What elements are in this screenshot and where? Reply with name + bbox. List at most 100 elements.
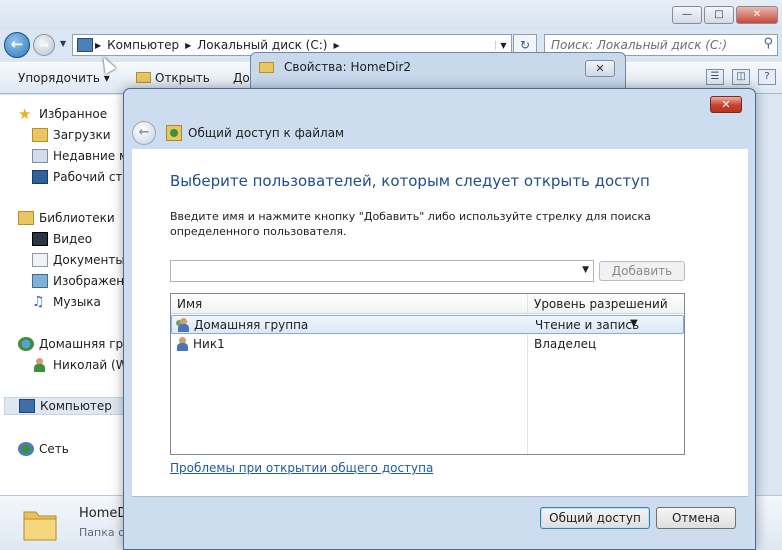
nav-downloads-label: Загрузки xyxy=(53,128,111,142)
dialog-close-button[interactable]: ✕ xyxy=(710,96,742,113)
file-sharing-dialog: ✕ ← Общий доступ к файлам Выберите польз… xyxy=(123,88,756,550)
row-name-cell: Ник1 xyxy=(175,337,225,351)
nav-network-label: Сеть xyxy=(39,442,69,456)
row-name-cell: Домашняя группа xyxy=(176,318,308,332)
back-button[interactable]: ← xyxy=(4,32,30,58)
properties-close-button[interactable]: ✕ xyxy=(585,60,615,77)
downloads-folder-icon xyxy=(32,128,48,142)
nav-network[interactable]: Сеть xyxy=(18,440,69,458)
nav-desktop[interactable]: Рабочий сто xyxy=(32,168,130,186)
video-icon xyxy=(32,232,48,246)
images-icon xyxy=(32,274,48,288)
nav-libraries-label: Библиотеки xyxy=(39,211,115,225)
explorer-titlebar: — □ ✕ xyxy=(0,0,782,30)
open-button[interactable]: Открыть xyxy=(136,71,210,85)
list-row-homegroup[interactable]: Домашняя группа Чтение и запись ▼ xyxy=(171,315,684,334)
computer-icon xyxy=(77,38,93,52)
row-permission[interactable]: Чтение и запись xyxy=(535,318,639,332)
open-label: Открыть xyxy=(155,71,210,85)
nav-video-label: Видео xyxy=(53,232,93,246)
share-button[interactable]: Общий доступ xyxy=(540,507,650,529)
file-sharing-icon xyxy=(166,125,182,141)
folder-icon xyxy=(259,61,274,73)
nav-desktop-label: Рабочий сто xyxy=(53,170,130,184)
cancel-button[interactable]: Отмена xyxy=(656,507,736,529)
address-dropdown[interactable]: ▼ xyxy=(495,40,511,50)
folder-icon xyxy=(23,511,57,541)
user-name-combobox[interactable]: ▼ xyxy=(170,260,594,282)
dialog-title: Общий доступ к файлам xyxy=(188,126,345,140)
music-icon: ♫ xyxy=(32,294,45,310)
properties-title: Свойства: HomeDir2 xyxy=(284,60,412,74)
documents-icon xyxy=(32,253,48,267)
nav-music[interactable]: ♫ Музыка xyxy=(32,293,101,311)
properties-titlebar: Свойства: HomeDir2 xyxy=(259,60,411,74)
chevron-down-icon[interactable]: ▼ xyxy=(582,265,589,275)
breadcrumb-local-disk[interactable]: Локальный диск (C:) xyxy=(193,38,331,52)
dialog-heading: Выберите пользователей, которым следует … xyxy=(170,172,650,190)
maximize-button[interactable]: □ xyxy=(704,6,734,24)
dialog-instruction: Введите имя и нажмите кнопку "Добавить" … xyxy=(170,210,651,238)
selected-item-name: HomeD xyxy=(79,506,128,521)
nav-recent[interactable]: Недавние ме xyxy=(32,147,135,165)
column-header-permission[interactable]: Уровень разрешений xyxy=(534,297,668,311)
nav-libraries[interactable]: Библиотеки xyxy=(18,209,115,227)
star-icon: ★ xyxy=(18,105,32,123)
dialog-header: ← Общий доступ к файлам xyxy=(132,117,748,149)
view-controls: ☰ ◫ ? xyxy=(706,69,776,85)
search-placeholder: Поиск: Локальный диск (C:) xyxy=(551,38,728,52)
network-icon xyxy=(18,442,34,456)
recent-pages-dropdown[interactable]: ▼ xyxy=(60,39,66,48)
dialog-body: Выберите пользователей, которым следует … xyxy=(132,149,748,496)
footer-divider xyxy=(132,496,748,497)
column-header-name[interactable]: Имя xyxy=(177,297,202,311)
back-button[interactable]: ← xyxy=(132,121,156,145)
breadcrumb-arrow-icon[interactable]: ▶ xyxy=(331,41,341,50)
nav-homegroup-label: Домашняя гру xyxy=(39,337,131,351)
nav-video[interactable]: Видео xyxy=(32,230,92,248)
recent-places-icon xyxy=(32,149,48,163)
list-row-nik1[interactable]: Ник1 Владелец xyxy=(171,335,684,354)
help-icon[interactable]: ? xyxy=(758,69,776,85)
view-options-icon[interactable]: ☰ xyxy=(706,69,724,85)
share-with-button[interactable]: До xyxy=(233,71,250,85)
nav-homegroup[interactable]: Домашняя гру xyxy=(18,335,130,353)
row-name: Домашняя группа xyxy=(194,318,309,332)
add-button[interactable]: Добавить xyxy=(599,261,685,281)
close-button[interactable]: ✕ xyxy=(736,6,778,24)
nav-documents-label: Документы xyxy=(53,253,125,267)
user-icon xyxy=(175,337,190,351)
breadcrumb-arrow-icon[interactable]: ▶ xyxy=(93,41,103,50)
nav-computer[interactable]: Компьютер xyxy=(4,397,125,415)
nav-documents[interactable]: Документы xyxy=(32,251,125,269)
breadcrumb-computer[interactable]: Компьютер xyxy=(103,38,183,52)
users-list: Имя Уровень разрешений Домашняя группа Ч… xyxy=(170,293,685,455)
homegroup-icon xyxy=(18,337,34,351)
minimize-button[interactable]: — xyxy=(672,6,702,24)
list-header: Имя Уровень разрешений xyxy=(171,294,684,314)
navigation-pane: ★ Избранное Загрузки Недавние ме Рабочий… xyxy=(0,95,139,495)
search-icon[interactable]: ⚲ xyxy=(763,36,773,51)
user-icon xyxy=(32,358,48,372)
libraries-icon xyxy=(18,211,34,225)
group-icon xyxy=(176,318,191,332)
window-controls: — □ ✕ xyxy=(672,6,778,24)
preview-pane-icon[interactable]: ◫ xyxy=(732,69,750,85)
nav-nikolai[interactable]: Николай (WI xyxy=(32,356,131,374)
row-name: Ник1 xyxy=(193,337,225,351)
nav-favorites[interactable]: ★ Избранное xyxy=(18,105,107,123)
nav-favorites-label: Избранное xyxy=(39,107,108,121)
sharing-troubleshoot-link[interactable]: Проблемы при открытии общего доступа xyxy=(170,461,433,475)
computer-icon xyxy=(19,399,35,413)
nav-downloads[interactable]: Загрузки xyxy=(32,126,111,144)
breadcrumb-arrow-icon[interactable]: ▶ xyxy=(183,41,193,50)
permission-dropdown-icon[interactable]: ▼ xyxy=(630,318,638,329)
organize-button[interactable]: Упорядочить ▾ xyxy=(18,71,110,85)
desktop-icon xyxy=(32,170,48,184)
forward-button[interactable]: → xyxy=(33,34,55,56)
nav-nikolai-label: Николай (WI xyxy=(53,358,132,372)
row-permission[interactable]: Владелец xyxy=(534,337,596,351)
folder-icon xyxy=(136,72,151,83)
selected-item-type: Папка с xyxy=(79,526,125,539)
nav-music-label: Музыка xyxy=(53,295,101,309)
